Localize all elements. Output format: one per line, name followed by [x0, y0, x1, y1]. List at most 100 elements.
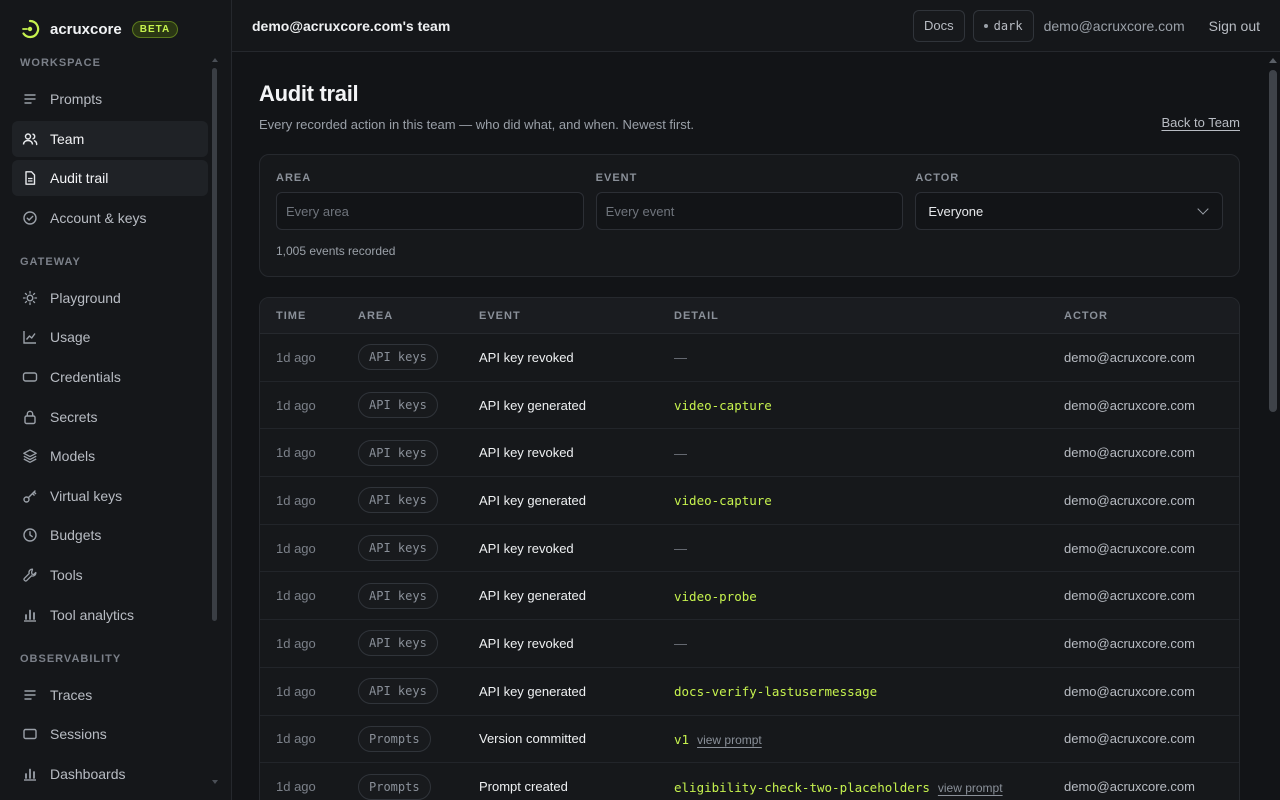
row-actor: demo@acruxcore.com — [1064, 397, 1195, 413]
acruxcore-logo-icon — [20, 19, 40, 39]
row-detail-cell: video-capture — [674, 397, 1064, 413]
row-detail-cell: video-capture — [674, 492, 1064, 508]
sidebar-item-label: Playground — [50, 289, 121, 306]
bar-chart-icon — [22, 766, 38, 782]
sidebar-item-tools[interactable]: Tools — [12, 557, 208, 593]
row-area-cell: API keys — [358, 392, 479, 419]
check-circle-icon — [22, 210, 38, 226]
wrench-icon — [22, 567, 38, 583]
sign-out-button[interactable]: Sign out — [1209, 18, 1260, 34]
row-area-cell: API keys — [358, 487, 479, 514]
area-chip: API keys — [358, 392, 438, 419]
column-header-time[interactable]: TIME — [260, 310, 358, 322]
sidebar-scroll-down-icon[interactable] — [212, 780, 218, 784]
main-scrollbar-thumb[interactable] — [1269, 70, 1277, 412]
row-actor: demo@acruxcore.com — [1064, 540, 1195, 556]
table-row: 1d ago API keys API key revoked — demo@acrux… — [260, 334, 1239, 382]
main-scroll-up-icon[interactable] — [1269, 58, 1277, 63]
sidebar-item-tool-analytics[interactable]: Tool analytics — [12, 597, 208, 633]
sidebar-item-usage[interactable]: Usage — [12, 319, 208, 355]
sidebar-item-label: Sessions — [50, 726, 107, 743]
sidebar-item-dashboards[interactable]: Dashboards — [12, 756, 208, 792]
row-event: API key generated — [479, 492, 586, 508]
sidebar-item-label: Virtual keys — [50, 487, 123, 504]
sidebar-item-prompts[interactable]: Prompts — [12, 81, 208, 117]
area-chip: Prompts — [358, 725, 431, 752]
actor-filter-select[interactable]: Everyone — [915, 192, 1224, 230]
back-to-team-link[interactable]: Back to Team — [1161, 115, 1240, 130]
sidebar-item-models[interactable]: Models — [12, 438, 208, 474]
sidebar-item-credentials[interactable]: Credentials — [12, 359, 208, 395]
row-area-cell: API keys — [358, 535, 479, 562]
brand-name: acruxcore — [50, 20, 122, 38]
sidebar-item-team[interactable]: Team — [12, 120, 208, 157]
sidebar-item-label: Team — [50, 130, 85, 147]
row-area-cell: API keys — [358, 439, 479, 466]
sidebar-item-traces[interactable]: Traces — [12, 677, 208, 713]
sidebar-item-budgets[interactable]: Budgets — [12, 517, 208, 553]
docs-button[interactable]: Docs — [913, 9, 965, 42]
row-detail: video-capture — [674, 398, 772, 414]
row-event: API key generated — [479, 683, 586, 699]
row-event: API key revoked — [479, 445, 574, 461]
document-icon — [22, 170, 38, 186]
column-header-actor[interactable]: ACTOR — [1064, 310, 1239, 322]
theme-label: dark — [993, 18, 1023, 33]
line-chart-icon — [22, 329, 38, 345]
sidebar-item-label: Usage — [50, 329, 91, 346]
area-chip: API keys — [358, 678, 438, 705]
table-row: 1d ago API keys API key generated video-cap… — [260, 382, 1239, 430]
row-area-cell: API keys — [358, 344, 479, 371]
column-header-area[interactable]: AREA — [358, 310, 479, 322]
row-time: 1d ago — [276, 731, 316, 747]
area-filter-label: AREA — [276, 172, 312, 184]
row-time: 1d ago — [276, 588, 316, 604]
area-chip: API keys — [358, 439, 438, 466]
view-prompt-link[interactable]: view prompt — [938, 781, 1003, 795]
theme-toggle-button[interactable]: dark — [972, 9, 1034, 42]
sidebar-item-playground[interactable]: Playground — [12, 280, 208, 316]
row-actor: demo@acruxcore.com — [1064, 445, 1195, 461]
column-header-detail[interactable]: DETAIL — [674, 310, 1064, 322]
row-detail-cell: — — [674, 540, 1064, 556]
sidebar-item-label: Credentials — [50, 368, 121, 385]
column-header-event[interactable]: EVENT — [479, 310, 674, 322]
sidebar-scroll-up-icon[interactable] — [212, 58, 218, 62]
sidebar-item-label: Tools — [50, 566, 83, 583]
row-event: API key revoked — [479, 540, 574, 556]
actor-filter-value: Everyone — [928, 203, 984, 219]
sidebar-scrollbar[interactable] — [212, 68, 217, 621]
row-area-cell: Prompts — [358, 773, 479, 800]
brand[interactable]: acruxcore BETA — [0, 0, 231, 58]
row-event: API key revoked — [479, 635, 574, 651]
view-prompt-link[interactable]: view prompt — [697, 733, 762, 747]
row-event: Version committed — [479, 731, 586, 747]
row-actor: demo@acruxcore.com — [1064, 635, 1195, 651]
row-actor: demo@acruxcore.com — [1064, 683, 1195, 699]
sidebar-nav: WORKSPACE Prompts Team Audit trail Account &… — [0, 52, 220, 800]
row-detail-cell: v1 view prompt — [674, 731, 1064, 747]
page-subtitle: Every recorded action in this team — who… — [259, 117, 694, 132]
sidebar-item-audit-trail[interactable]: Audit trail — [12, 160, 208, 197]
area-chip: API keys — [358, 582, 438, 609]
row-detail-cell: docs-verify-lastusermessage — [674, 683, 1064, 699]
area-chip: API keys — [358, 344, 438, 371]
row-time: 1d ago — [276, 397, 316, 413]
sidebar-item-sessions[interactable]: Sessions — [12, 716, 208, 752]
sidebar-item-virtual-keys[interactable]: Virtual keys — [12, 478, 208, 514]
row-detail: docs-verify-lastusermessage — [674, 684, 878, 700]
sidebar-item-label: Budgets — [50, 527, 102, 544]
user-email: demo@acruxcore.com — [1043, 17, 1185, 34]
key-icon — [22, 488, 38, 504]
audit-table: TIME AREA EVENT DETAIL ACTOR 1d ago API k… — [259, 297, 1240, 800]
sidebar-item-account-keys[interactable]: Account & keys — [12, 200, 208, 236]
area-chip: API keys — [358, 535, 438, 562]
row-area-cell: API keys — [358, 678, 479, 705]
sidebar-item-label: Dashboards — [50, 765, 126, 782]
row-actor: demo@acruxcore.com — [1064, 779, 1195, 795]
area-filter-input[interactable]: Every area — [276, 192, 584, 230]
row-event: API key revoked — [479, 349, 574, 365]
event-filter-input[interactable]: Every event — [595, 192, 904, 230]
row-actor: demo@acruxcore.com — [1064, 349, 1195, 365]
sidebar-item-secrets[interactable]: Secrets — [12, 399, 208, 435]
